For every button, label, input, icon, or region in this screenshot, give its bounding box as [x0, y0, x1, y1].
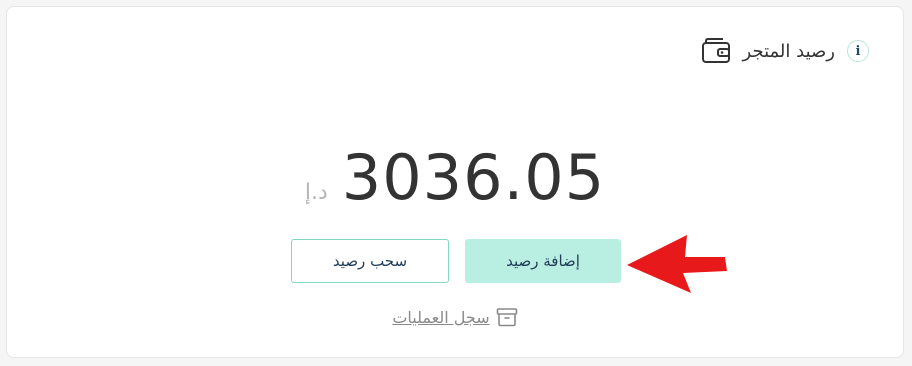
card-title: رصيد المتجر — [742, 40, 835, 62]
archive-icon — [496, 308, 517, 327]
history-label: سجل العمليات — [392, 307, 490, 327]
balance-display: د.إ 3036.05 — [7, 141, 903, 214]
arrow-left-icon — [627, 235, 727, 293]
info-icon[interactable]: i — [847, 40, 869, 62]
store-balance-card: رصيد المتجر i د.إ 3036.05 سحب رصيد إضافة… — [6, 6, 904, 358]
card-header: رصيد المتجر i — [701, 37, 881, 65]
withdraw-balance-button[interactable]: سحب رصيد — [291, 239, 449, 283]
currency-label: د.إ — [304, 180, 328, 205]
add-balance-button[interactable]: إضافة رصيد — [465, 239, 621, 283]
transactions-history-link[interactable]: سجل العمليات — [7, 307, 903, 327]
wallet-icon — [701, 38, 730, 63]
balance-amount: 3036.05 — [341, 141, 606, 214]
